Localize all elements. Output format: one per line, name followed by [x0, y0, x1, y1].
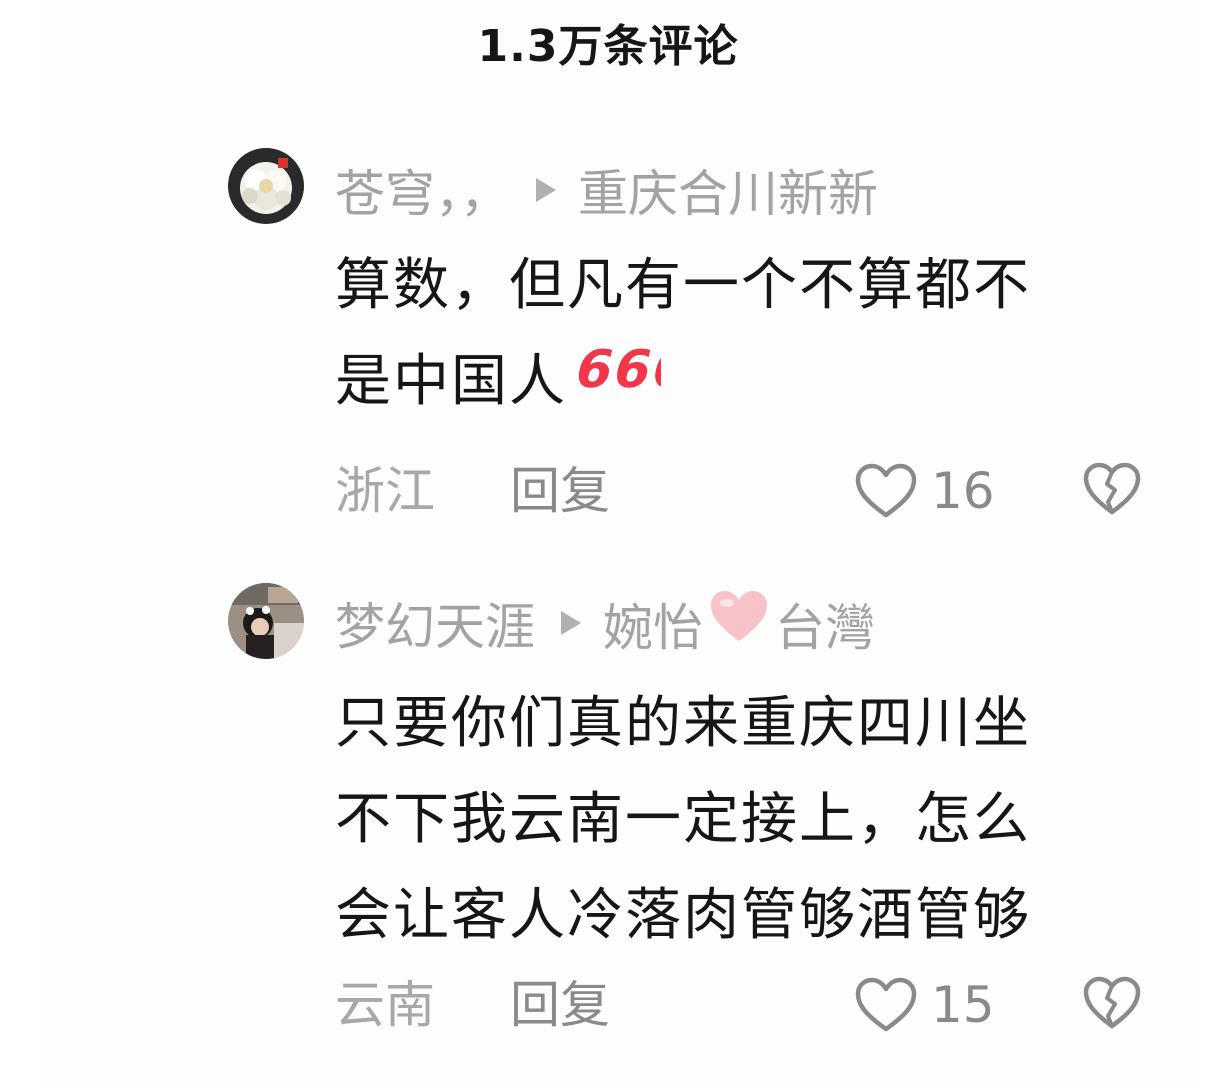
reply-to-name[interactable]: 婉怡 台灣: [603, 587, 875, 660]
broken-heart-icon: [1083, 462, 1141, 515]
comment-line: 不下我云南一定接上，怎么: [335, 787, 1031, 852]
author-name[interactable]: 苍穹，，: [335, 154, 510, 226]
heart-outline-icon: [855, 463, 917, 518]
avatar-flower-icon: [228, 148, 304, 224]
comment-content[interactable]: 只要你们真的来重庆四川坐 不下我云南一定接上，怎么 会让客人冷落肉管够酒管够: [335, 676, 1135, 964]
ip-location: 云南: [335, 976, 435, 1034]
username-row: 梦幻天涯 婉怡 台灣: [335, 588, 875, 658]
play-triangle-icon: [536, 178, 556, 202]
like-button[interactable]: 16: [855, 456, 995, 526]
sticker-666-icon: 666: [567, 331, 700, 427]
dislike-button[interactable]: [1083, 976, 1141, 1034]
comment-line: 算数，但凡有一个不算都不: [335, 253, 1031, 318]
comment-line: 会让客人冷落肉管够酒管够: [335, 883, 1031, 948]
username-row: 苍穹，， 重庆合川新新: [335, 155, 878, 225]
like-count: 15: [931, 976, 995, 1034]
reply-to-name[interactable]: 重庆合川新新: [578, 154, 878, 226]
reply-button[interactable]: 回复: [510, 970, 610, 1040]
like-count: 16: [931, 462, 995, 520]
heart-outline-icon: [855, 977, 917, 1032]
comment-line: 是中国人 666: [335, 334, 1135, 433]
svg-text:666: 666: [569, 340, 661, 397]
dislike-button[interactable]: [1083, 462, 1141, 520]
comment-content[interactable]: 算数，但凡有一个不算都不 是中国人 666: [335, 238, 1135, 433]
comment-meta: 云南 回复 15: [335, 970, 1155, 1040]
author-name[interactable]: 梦幻天涯: [335, 587, 535, 659]
comment-meta: 浙江 回复 16: [335, 456, 1155, 526]
avatar[interactable]: [228, 148, 304, 224]
pink-heart-icon: [707, 587, 771, 657]
broken-heart-icon: [1083, 976, 1141, 1029]
avatar[interactable]: [228, 583, 304, 659]
comments-count-title: 1.3万条评论: [477, 21, 739, 72]
play-triangle-icon: [561, 611, 581, 635]
reply-button[interactable]: 回复: [510, 456, 610, 526]
comment-line: 只要你们真的来重庆四川坐: [335, 691, 1031, 756]
like-button[interactable]: 15: [855, 970, 995, 1040]
avatar-girl-icon: [228, 583, 304, 659]
ip-location: 浙江: [335, 462, 435, 520]
